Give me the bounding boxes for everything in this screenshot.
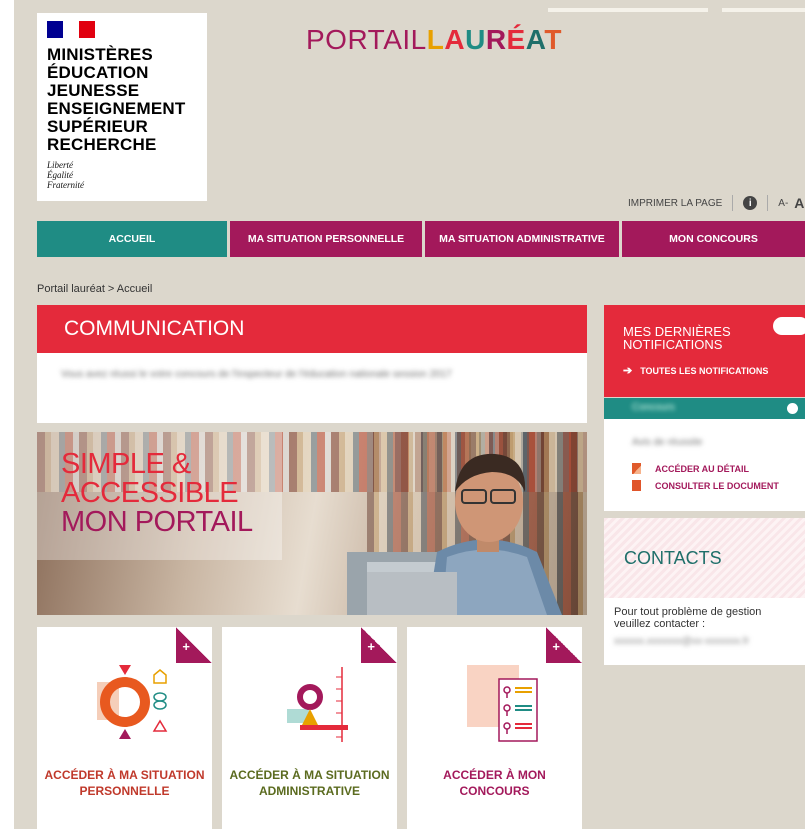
person-photo [347, 453, 562, 615]
contacts-email[interactable]: xxxxxx.xxxxxxx@xx-xxxxxxx.fr [604, 630, 805, 653]
access-detail-label: ACCÉDER AU DÉTAIL [655, 463, 749, 474]
logo-line: ÉDUCATION [47, 63, 149, 82]
logo-line: MINISTÈRES [47, 45, 153, 64]
card-admin-situation[interactable]: + ACCÉDER À MA SITUATION ADMINISTRATIVE [222, 627, 397, 829]
motto-line: Fraternité [47, 180, 84, 190]
motto-line: Égalité [47, 170, 73, 180]
notification-item-title: Concours [632, 402, 675, 413]
banner-line: SIMPLE & [61, 448, 191, 480]
communication-body: Vous avez réussi le votre concours de l'… [37, 353, 587, 396]
contacts-panel: CONTACTS Pour tout problème de gestion v… [604, 518, 805, 665]
nav-personal-situation[interactable]: MA SITUATION PERSONNELLE [230, 221, 422, 257]
card-personal-situation[interactable]: + ACCÉDER À MA SITUATION PERSONNELLE [37, 627, 212, 829]
access-detail-link[interactable]: ACCÉDER AU DÉTAIL [632, 463, 749, 474]
notifications-panel: MES DERNIÈRES NOTIFICATIONS ➔ TOUTES LES… [604, 305, 805, 397]
utility-divider [732, 195, 734, 211]
logo-line: ENSEIGNEMENT [47, 99, 186, 118]
arrow-right-icon: ➔ [623, 365, 633, 377]
logo-line: RECHERCHE [47, 135, 157, 154]
notification-count-badge [771, 315, 805, 337]
hero-banner: SIMPLE & ACCESSIBLE MON PORTAIL [37, 432, 587, 615]
french-flag-icon [47, 21, 95, 38]
communication-panel: COMMUNICATION Vous avez réussi le votre … [37, 305, 587, 423]
detail-icon [632, 463, 641, 474]
font-increase-button[interactable]: A [794, 195, 804, 211]
logo-text: MINISTÈRES ÉDUCATION JEUNESSE ENSEIGNEME… [47, 46, 197, 154]
card-label: ACCÉDER À MA SITUATION PERSONNELLE [44, 768, 205, 798]
utility-bar: IMPRIMER LA PAGE i A- A [628, 195, 804, 211]
notification-item-header[interactable]: Concours [604, 398, 805, 419]
motto-line: Liberté [47, 160, 73, 170]
document-icon [632, 480, 641, 491]
notifications-title: MES DERNIÈRES NOTIFICATIONS [623, 324, 731, 352]
logo-line: JEUNESSE [47, 81, 140, 100]
info-icon[interactable]: i [743, 196, 758, 210]
font-decrease-button[interactable]: A- [778, 198, 788, 209]
logo-motto: Liberté Égalité Fraternité [47, 160, 197, 190]
card-label: ACCÉDER À MON CONCOURS [443, 768, 546, 798]
notification-detail-text: Avis de réussite [632, 437, 703, 448]
contacts-title: CONTACTS [604, 518, 805, 598]
unread-dot-icon [787, 403, 798, 414]
top-tab-box [722, 8, 805, 12]
contacts-text: Pour tout problème de gestion veuillez c… [614, 606, 762, 630]
breadcrumb: Portail lauréat > Accueil [37, 283, 153, 295]
consult-document-label: CONSULTER LE DOCUMENT [655, 480, 779, 491]
left-edge [0, 0, 14, 829]
all-notifications-label: TOUTES LES NOTIFICATIONS [640, 365, 769, 376]
portal-title-part1: PORTAIL [306, 24, 427, 55]
print-page-link[interactable]: IMPRIMER LA PAGE [628, 198, 722, 209]
admin-illustration-icon [287, 667, 348, 742]
utility-divider [767, 195, 769, 211]
notification-detail: Avis de réussite ACCÉDER AU DÉTAIL CONSU… [604, 419, 805, 511]
banner-slogan: SIMPLE & ACCESSIBLE MON PORTAIL [61, 450, 253, 537]
communication-message: Vous avez réussi le votre concours de l'… [61, 369, 452, 380]
card-concours[interactable]: + ACCÉDER À MON CONCOURS [407, 627, 582, 829]
card-label: ACCÉDER À MA SITUATION ADMINISTRATIVE [229, 768, 390, 798]
consult-document-link[interactable]: CONSULTER LE DOCUMENT [632, 480, 779, 491]
communication-title: COMMUNICATION [37, 305, 587, 353]
banner-line: MON PORTAIL [61, 506, 253, 538]
nav-admin-situation[interactable]: MA SITUATION ADMINISTRATIVE [425, 221, 619, 257]
ministry-logo[interactable]: MINISTÈRES ÉDUCATION JEUNESSE ENSEIGNEME… [37, 13, 207, 201]
banner-line: ACCESSIBLE [61, 477, 239, 509]
top-tab-box [548, 8, 708, 12]
portal-title-part2: LAURÉAT [426, 24, 562, 55]
nav-concours[interactable]: MON CONCOURS [622, 221, 805, 257]
portal-title[interactable]: PORTAILLAURÉAT [306, 24, 562, 56]
all-notifications-link[interactable]: ➔ TOUTES LES NOTIFICATIONS [623, 364, 768, 377]
logo-line: SUPÉRIEUR [47, 117, 148, 136]
concours-illustration-icon [467, 665, 538, 742]
personal-illustration-icon [97, 665, 168, 739]
nav-accueil[interactable]: ACCUEIL [37, 221, 227, 257]
